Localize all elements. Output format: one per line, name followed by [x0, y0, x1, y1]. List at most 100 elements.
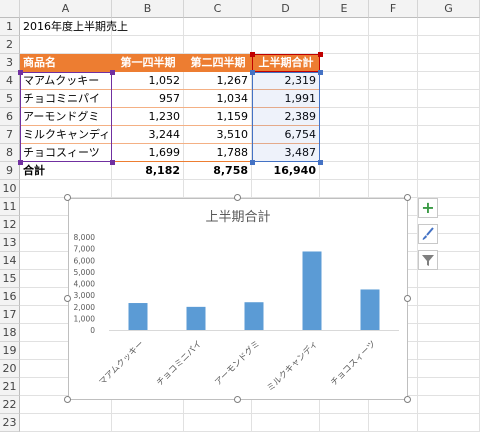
column-header-a[interactable]: A	[20, 0, 112, 18]
cell[interactable]	[369, 36, 418, 54]
cell[interactable]	[369, 108, 418, 126]
cell[interactable]	[320, 126, 369, 144]
row-header-2[interactable]: 2	[0, 36, 20, 54]
row-header-16[interactable]: 16	[0, 288, 20, 306]
header-half-total[interactable]: 上半期合計	[252, 54, 320, 72]
cell[interactable]	[418, 360, 480, 378]
q2-cell[interactable]: 3,510	[184, 126, 252, 144]
row-header-15[interactable]: 15	[0, 270, 20, 288]
chart-resize-handle[interactable]	[64, 194, 71, 201]
row-header-5[interactable]: 5	[0, 90, 20, 108]
row-header-6[interactable]: 6	[0, 108, 20, 126]
range-handle[interactable]	[250, 70, 255, 75]
half-total-cell[interactable]: 16,940	[252, 162, 320, 180]
cell[interactable]	[418, 144, 480, 162]
column-header-g[interactable]: G	[418, 0, 480, 18]
total-cell[interactable]: 3,487	[252, 144, 320, 162]
cell[interactable]	[418, 162, 480, 180]
q1-cell[interactable]: 1,230	[112, 108, 184, 126]
row-header-9[interactable]: 9	[0, 162, 20, 180]
column-header-e[interactable]: E	[320, 0, 369, 18]
row-header-8[interactable]: 8	[0, 144, 20, 162]
cell[interactable]	[418, 414, 480, 432]
column-header-b[interactable]: B	[112, 0, 184, 18]
cell[interactable]	[320, 162, 369, 180]
cell[interactable]	[320, 144, 369, 162]
total-cell[interactable]: 6,754	[252, 126, 320, 144]
cell[interactable]	[20, 414, 112, 432]
cell[interactable]	[418, 18, 480, 36]
range-handle[interactable]	[18, 70, 23, 75]
chart-resize-handle[interactable]	[64, 295, 71, 302]
q1-total-cell[interactable]: 8,182	[112, 162, 184, 180]
cell[interactable]	[418, 180, 480, 198]
q2-cell[interactable]: 1,788	[184, 144, 252, 162]
cell[interactable]	[112, 36, 184, 54]
product-name-cell[interactable]: アーモンドグミ	[20, 108, 112, 126]
totals-label[interactable]: 合計	[20, 162, 112, 180]
q2-cell[interactable]: 1,034	[184, 90, 252, 108]
range-handle[interactable]	[250, 52, 255, 57]
range-handle[interactable]	[110, 70, 115, 75]
header-product-name[interactable]: 商品名	[20, 54, 112, 72]
cell[interactable]	[320, 414, 369, 432]
cell[interactable]	[369, 162, 418, 180]
chart-resize-handle[interactable]	[404, 295, 411, 302]
cell[interactable]	[252, 180, 320, 198]
cell[interactable]	[112, 180, 184, 198]
row-header-11[interactable]: 11	[0, 198, 20, 216]
chart-resize-handle[interactable]	[234, 194, 241, 201]
row-header-23[interactable]: 23	[0, 414, 20, 432]
cell[interactable]	[320, 72, 369, 90]
q1-cell[interactable]: 957	[112, 90, 184, 108]
row-header-21[interactable]: 21	[0, 378, 20, 396]
row-header-12[interactable]: 12	[0, 216, 20, 234]
chart-resize-handle[interactable]	[234, 396, 241, 403]
cell[interactable]	[418, 288, 480, 306]
cell[interactable]	[184, 414, 252, 432]
chart-resize-handle[interactable]	[404, 396, 411, 403]
product-name-cell[interactable]: マアムクッキー	[20, 72, 112, 90]
row-header-7[interactable]: 7	[0, 126, 20, 144]
total-cell[interactable]: 2,319	[252, 72, 320, 90]
cell[interactable]	[369, 54, 418, 72]
cell[interactable]	[320, 54, 369, 72]
cell[interactable]	[418, 90, 480, 108]
cell[interactable]	[418, 324, 480, 342]
row-header-10[interactable]: 10	[0, 180, 20, 198]
row-header-4[interactable]: 4	[0, 72, 20, 90]
row-header-3[interactable]: 3	[0, 54, 20, 72]
cell[interactable]	[418, 108, 480, 126]
chart-filters-button[interactable]	[418, 250, 438, 270]
q1-cell[interactable]: 1,052	[112, 72, 184, 90]
bar-chart[interactable]: 上半期合計 0 1,000 2,000 3,000 4,000 5,000 6,000 7,00…	[68, 198, 408, 400]
cell[interactable]	[418, 36, 480, 54]
cell[interactable]	[369, 144, 418, 162]
cell[interactable]	[418, 396, 480, 414]
range-handle[interactable]	[250, 160, 255, 165]
cell[interactable]	[369, 72, 418, 90]
cell[interactable]	[320, 36, 369, 54]
cell[interactable]	[252, 36, 320, 54]
range-handle[interactable]	[110, 160, 115, 165]
row-header-1[interactable]: 1	[0, 18, 20, 36]
cell[interactable]	[418, 378, 480, 396]
column-header-d[interactable]: D	[252, 0, 320, 18]
range-handle[interactable]	[318, 52, 323, 57]
header-q1[interactable]: 第一四半期	[112, 54, 184, 72]
cell[interactable]	[252, 18, 320, 36]
select-all-corner[interactable]	[0, 0, 20, 18]
cell[interactable]	[184, 180, 252, 198]
q2-cell[interactable]: 1,159	[184, 108, 252, 126]
cell[interactable]	[418, 342, 480, 360]
row-header-18[interactable]: 18	[0, 324, 20, 342]
chart-elements-button[interactable]: +	[418, 198, 438, 218]
cell[interactable]	[320, 18, 369, 36]
cell[interactable]	[320, 90, 369, 108]
row-header-22[interactable]: 22	[0, 396, 20, 414]
chart-resize-handle[interactable]	[64, 396, 71, 403]
row-header-20[interactable]: 20	[0, 360, 20, 378]
column-header-c[interactable]: C	[184, 0, 252, 18]
product-name-cell[interactable]: チョコスィーツ	[20, 144, 112, 162]
column-header-f[interactable]: F	[369, 0, 418, 18]
